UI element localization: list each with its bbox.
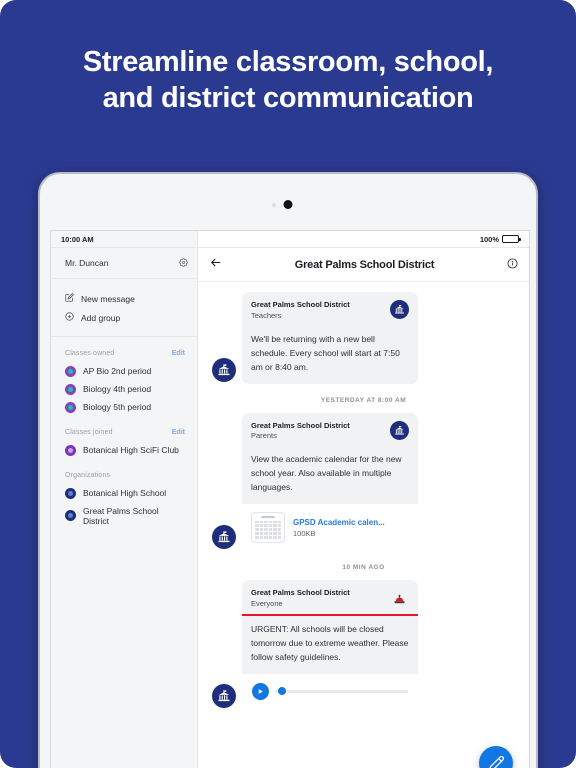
sidebar-item-scifi-club[interactable]: Botanical High SciFi Club — [51, 441, 197, 459]
chat-title: Great Palms School District — [294, 258, 435, 271]
headline-line-2: and district communication — [102, 82, 474, 114]
org-avatar — [65, 487, 76, 499]
sidebar-section-header: Classes joined Edit — [51, 416, 197, 441]
sidebar-account-row[interactable]: Mr. Duncan — [51, 248, 197, 279]
battery-icon — [502, 235, 521, 243]
sidebar-action-label: Add group — [81, 312, 121, 323]
message-row: Great Palms School District Parents View… — [212, 412, 515, 551]
message-attachment[interactable]: GPSD Academic calen... 100KB — [242, 504, 418, 551]
plus-circle-icon — [65, 312, 74, 323]
message-org: Great Palms School District — [251, 300, 350, 309]
school-avatar-icon — [212, 525, 236, 549]
message-audience: Parents — [251, 431, 277, 440]
message-header: Great Palms School District Parents — [242, 413, 418, 447]
attachment-size: 100KB — [293, 528, 316, 538]
status-bar-right: 100% — [198, 235, 529, 244]
ambient-sensor-icon — [272, 203, 276, 207]
sidebar-section-title: Organizations — [65, 472, 111, 479]
status-bar: 10:00 AM 100% — [51, 231, 529, 248]
class-avatar — [65, 365, 76, 377]
sidebar-action-label: New message — [81, 293, 135, 304]
battery-percent-label: 100% — [479, 234, 499, 244]
sidebar-item-label: Biology 5th period — [83, 402, 152, 412]
urgent-siren-icon — [390, 588, 409, 607]
sidebar-item-label: Botanical High School — [83, 488, 167, 498]
sidebar-section-header: Classes owned Edit — [51, 337, 197, 362]
sidebar-item-botanical-high-school[interactable]: Botanical High School — [51, 484, 197, 502]
headline-line-1: Streamline classroom, school, — [82, 46, 494, 78]
message-list[interactable]: Great Palms School District Teachers We'… — [198, 282, 529, 768]
message-text: URGENT: All schools will be closed tomor… — [251, 623, 409, 662]
club-avatar — [65, 444, 76, 456]
play-icon[interactable] — [252, 682, 269, 700]
message-row: Great Palms School District Teachers We'… — [212, 292, 515, 384]
chat-panel: Great Palms School District Great Palms … — [198, 248, 529, 768]
message-text: View the academic calendar for the new s… — [251, 454, 402, 492]
promo-poster: Streamline classroom, school, and distri… — [0, 0, 576, 768]
sidebar: Mr. Duncan New message Add group Classes… — [51, 248, 198, 768]
school-icon — [390, 300, 409, 319]
sidebar-section-title: Classes owned — [65, 350, 115, 357]
message-audience: Everyone — [251, 598, 283, 608]
sidebar-section-title: Classes joined — [65, 429, 113, 436]
info-icon[interactable] — [507, 256, 518, 274]
account-name: Mr. Duncan — [65, 258, 109, 268]
audio-progress-knob[interactable] — [278, 687, 286, 695]
message-timestamp: 10 MIN AGO — [342, 564, 385, 571]
sidebar-section-header: Organizations — [51, 459, 197, 484]
message-text: We'll be returning with a new bell sched… — [251, 333, 400, 372]
school-avatar-icon — [212, 683, 236, 708]
calendar-thumbnail — [251, 512, 285, 543]
sidebar-action-add-group[interactable]: Add group — [51, 308, 197, 327]
sidebar-item-great-palms-school-district[interactable]: Great Palms School District — [51, 502, 197, 529]
org-avatar — [65, 510, 76, 521]
sidebar-section-edit-link[interactable]: Edit — [172, 429, 185, 436]
message-org: Great Palms School District — [251, 588, 350, 597]
school-avatar-icon — [212, 357, 236, 382]
audio-progress-track[interactable] — [276, 687, 408, 695]
message-header: Great Palms School District Everyone — [242, 580, 418, 614]
sidebar-item-biology-4th[interactable]: Biology 4th period — [51, 380, 197, 398]
message-org: Great Palms School District — [251, 420, 350, 430]
gear-icon[interactable] — [179, 254, 188, 272]
message-bubble[interactable]: Great Palms School District Parents View… — [242, 412, 418, 551]
sidebar-item-biology-5th[interactable]: Biology 5th period — [51, 398, 197, 416]
sidebar-item-label: Great Palms School District — [83, 505, 159, 526]
school-icon — [390, 420, 409, 440]
message-row: Great Palms School District Everyone URG… — [212, 580, 515, 710]
audio-player[interactable] — [242, 673, 418, 710]
chat-header: Great Palms School District — [198, 248, 529, 282]
sidebar-section-edit-link[interactable]: Edit — [172, 350, 185, 357]
message-header: Great Palms School District Teachers — [242, 292, 418, 326]
app-screen: 10:00 AM 100% Mr. Duncan New message Add… — [50, 230, 530, 768]
message-audience: Teachers — [251, 310, 282, 320]
class-avatar — [65, 383, 76, 395]
app-body: Mr. Duncan New message Add group Classes… — [51, 248, 529, 768]
class-avatar — [65, 401, 76, 413]
sidebar-item-label: AP Bio 2nd period — [83, 366, 152, 376]
sidebar-item-ap-bio-2nd[interactable]: AP Bio 2nd period — [51, 362, 197, 380]
sidebar-actions: New message Add group — [51, 279, 197, 337]
attachment-name[interactable]: GPSD Academic calen... — [293, 518, 409, 527]
compose-icon — [65, 293, 74, 304]
tablet-device-frame: 10:00 AM 100% Mr. Duncan New message Add… — [38, 172, 538, 768]
sidebar-item-label: Botanical High SciFi Club — [83, 445, 179, 455]
sidebar-action-new-message[interactable]: New message — [51, 289, 197, 308]
status-bar-time: 10:00 AM — [51, 231, 198, 247]
message-bubble-urgent[interactable]: Great Palms School District Everyone URG… — [242, 580, 418, 710]
message-bubble[interactable]: Great Palms School District Teachers We'… — [242, 292, 418, 384]
sidebar-item-label: Biology 4th period — [83, 384, 152, 394]
message-timestamp: YESTERDAY AT 8:00 AM — [320, 396, 407, 404]
back-arrow-icon[interactable] — [209, 256, 222, 274]
page-title: Streamline classroom, school, and distri… — [0, 44, 576, 116]
front-camera-icon — [283, 200, 293, 209]
